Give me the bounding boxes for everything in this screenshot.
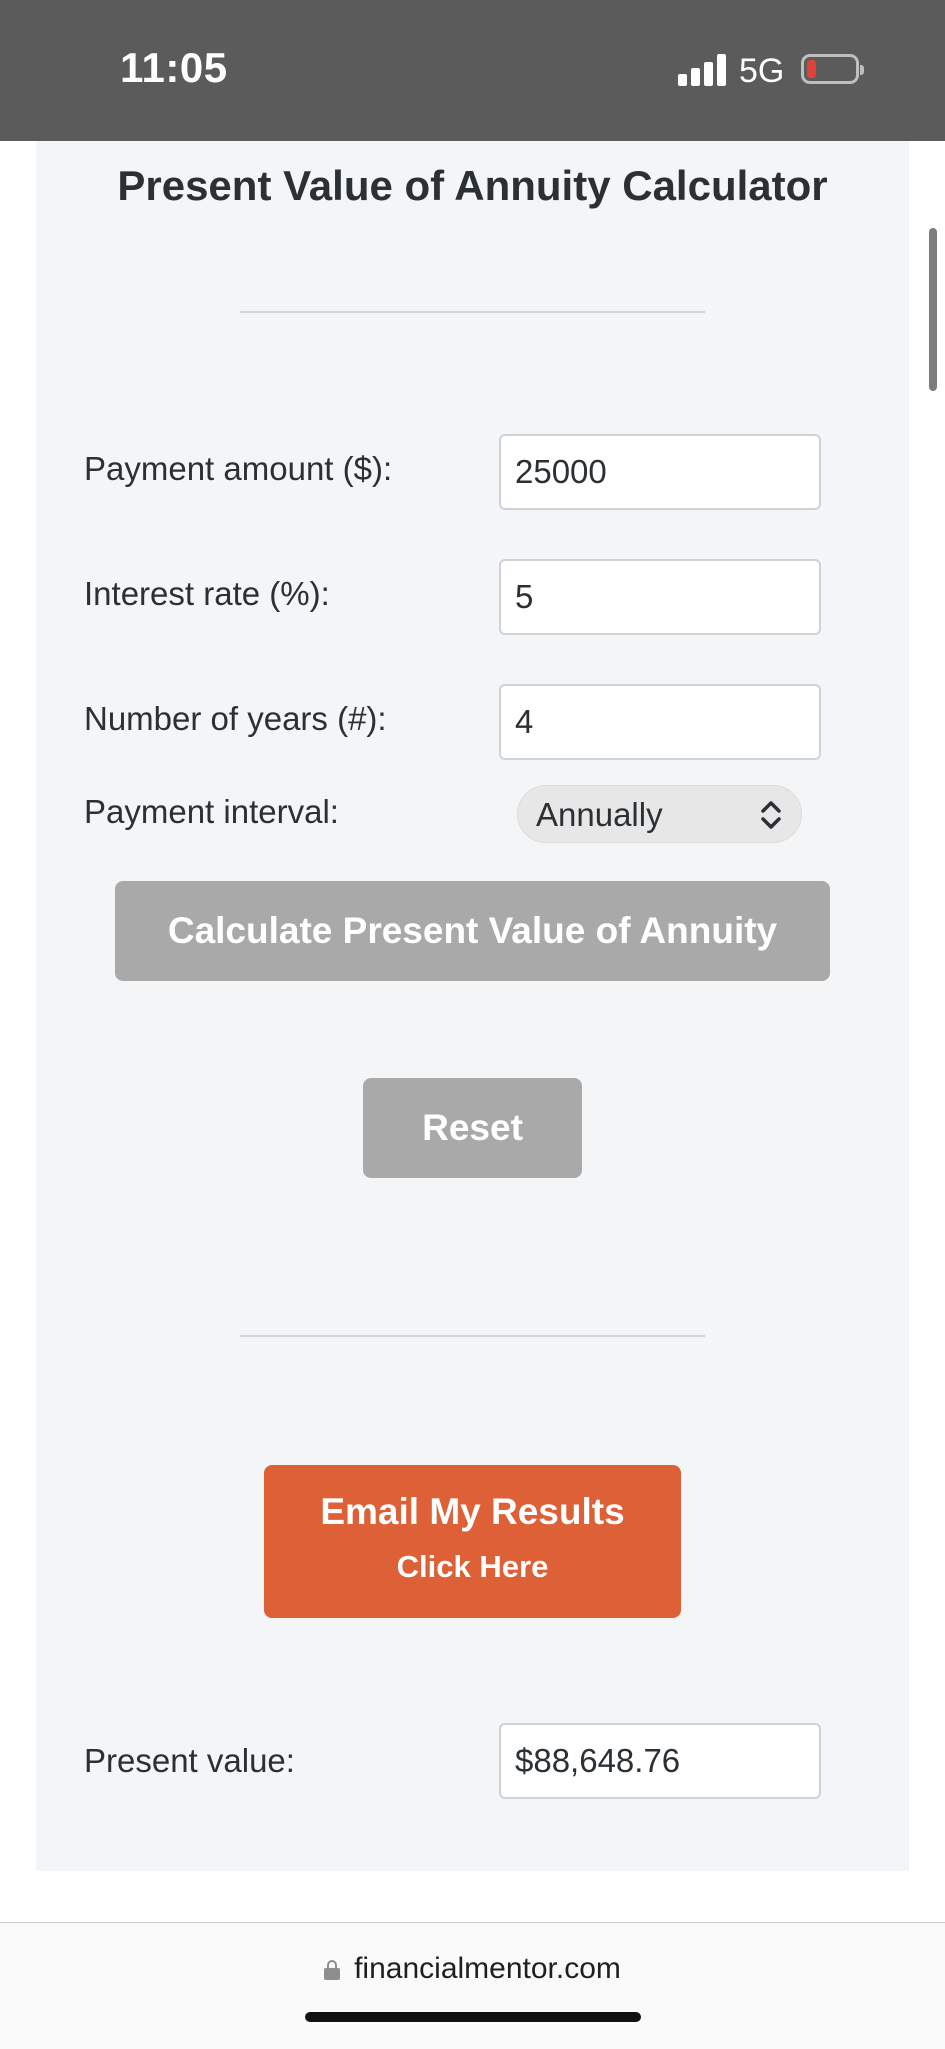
page-title: Present Value of Annuity Calculator: [117, 162, 828, 209]
signal-bars-icon: [678, 54, 726, 86]
interest-rate-label: Interest rate (%):: [84, 575, 330, 612]
payment-amount-input[interactable]: 25000: [499, 434, 821, 510]
status-time: 11:05: [120, 44, 228, 91]
interest-rate-input[interactable]: 5: [499, 559, 821, 635]
number-of-years-label: Number of years (#):: [84, 700, 387, 737]
network-label: 5G: [739, 52, 785, 90]
calculate-button[interactable]: Calculate Present Value of Annuity: [115, 881, 830, 981]
email-results-title: Email My Results: [320, 1491, 625, 1532]
lock-icon: [324, 1960, 341, 1980]
home-indicator[interactable]: [305, 2012, 641, 2022]
present-value-label: Present value:: [84, 1742, 295, 1779]
scroll-indicator[interactable]: [929, 228, 937, 391]
url-text: financialmentor.com: [354, 1952, 621, 1985]
battery-low-icon: [801, 54, 864, 84]
payment-interval-select[interactable]: Annually: [517, 785, 802, 843]
email-results-subtitle: Click Here: [396, 1549, 549, 1584]
divider-bottom: [240, 1335, 705, 1337]
email-results-button[interactable]: Email My Results Click Here: [264, 1465, 681, 1618]
chevron-up-down-icon: [761, 801, 781, 829]
address-bar[interactable]: financialmentor.com: [0, 1952, 945, 1986]
divider-top: [240, 311, 705, 313]
present-value-output: $88,648.76: [499, 1723, 821, 1799]
number-of-years-input[interactable]: 4: [499, 684, 821, 760]
payment-interval-label: Payment interval:: [84, 793, 339, 830]
reset-button[interactable]: Reset: [363, 1078, 582, 1178]
payment-interval-value: Annually: [536, 796, 663, 833]
status-bar: 11:05 5G: [0, 0, 945, 141]
payment-amount-label: Payment amount ($):: [84, 450, 393, 487]
